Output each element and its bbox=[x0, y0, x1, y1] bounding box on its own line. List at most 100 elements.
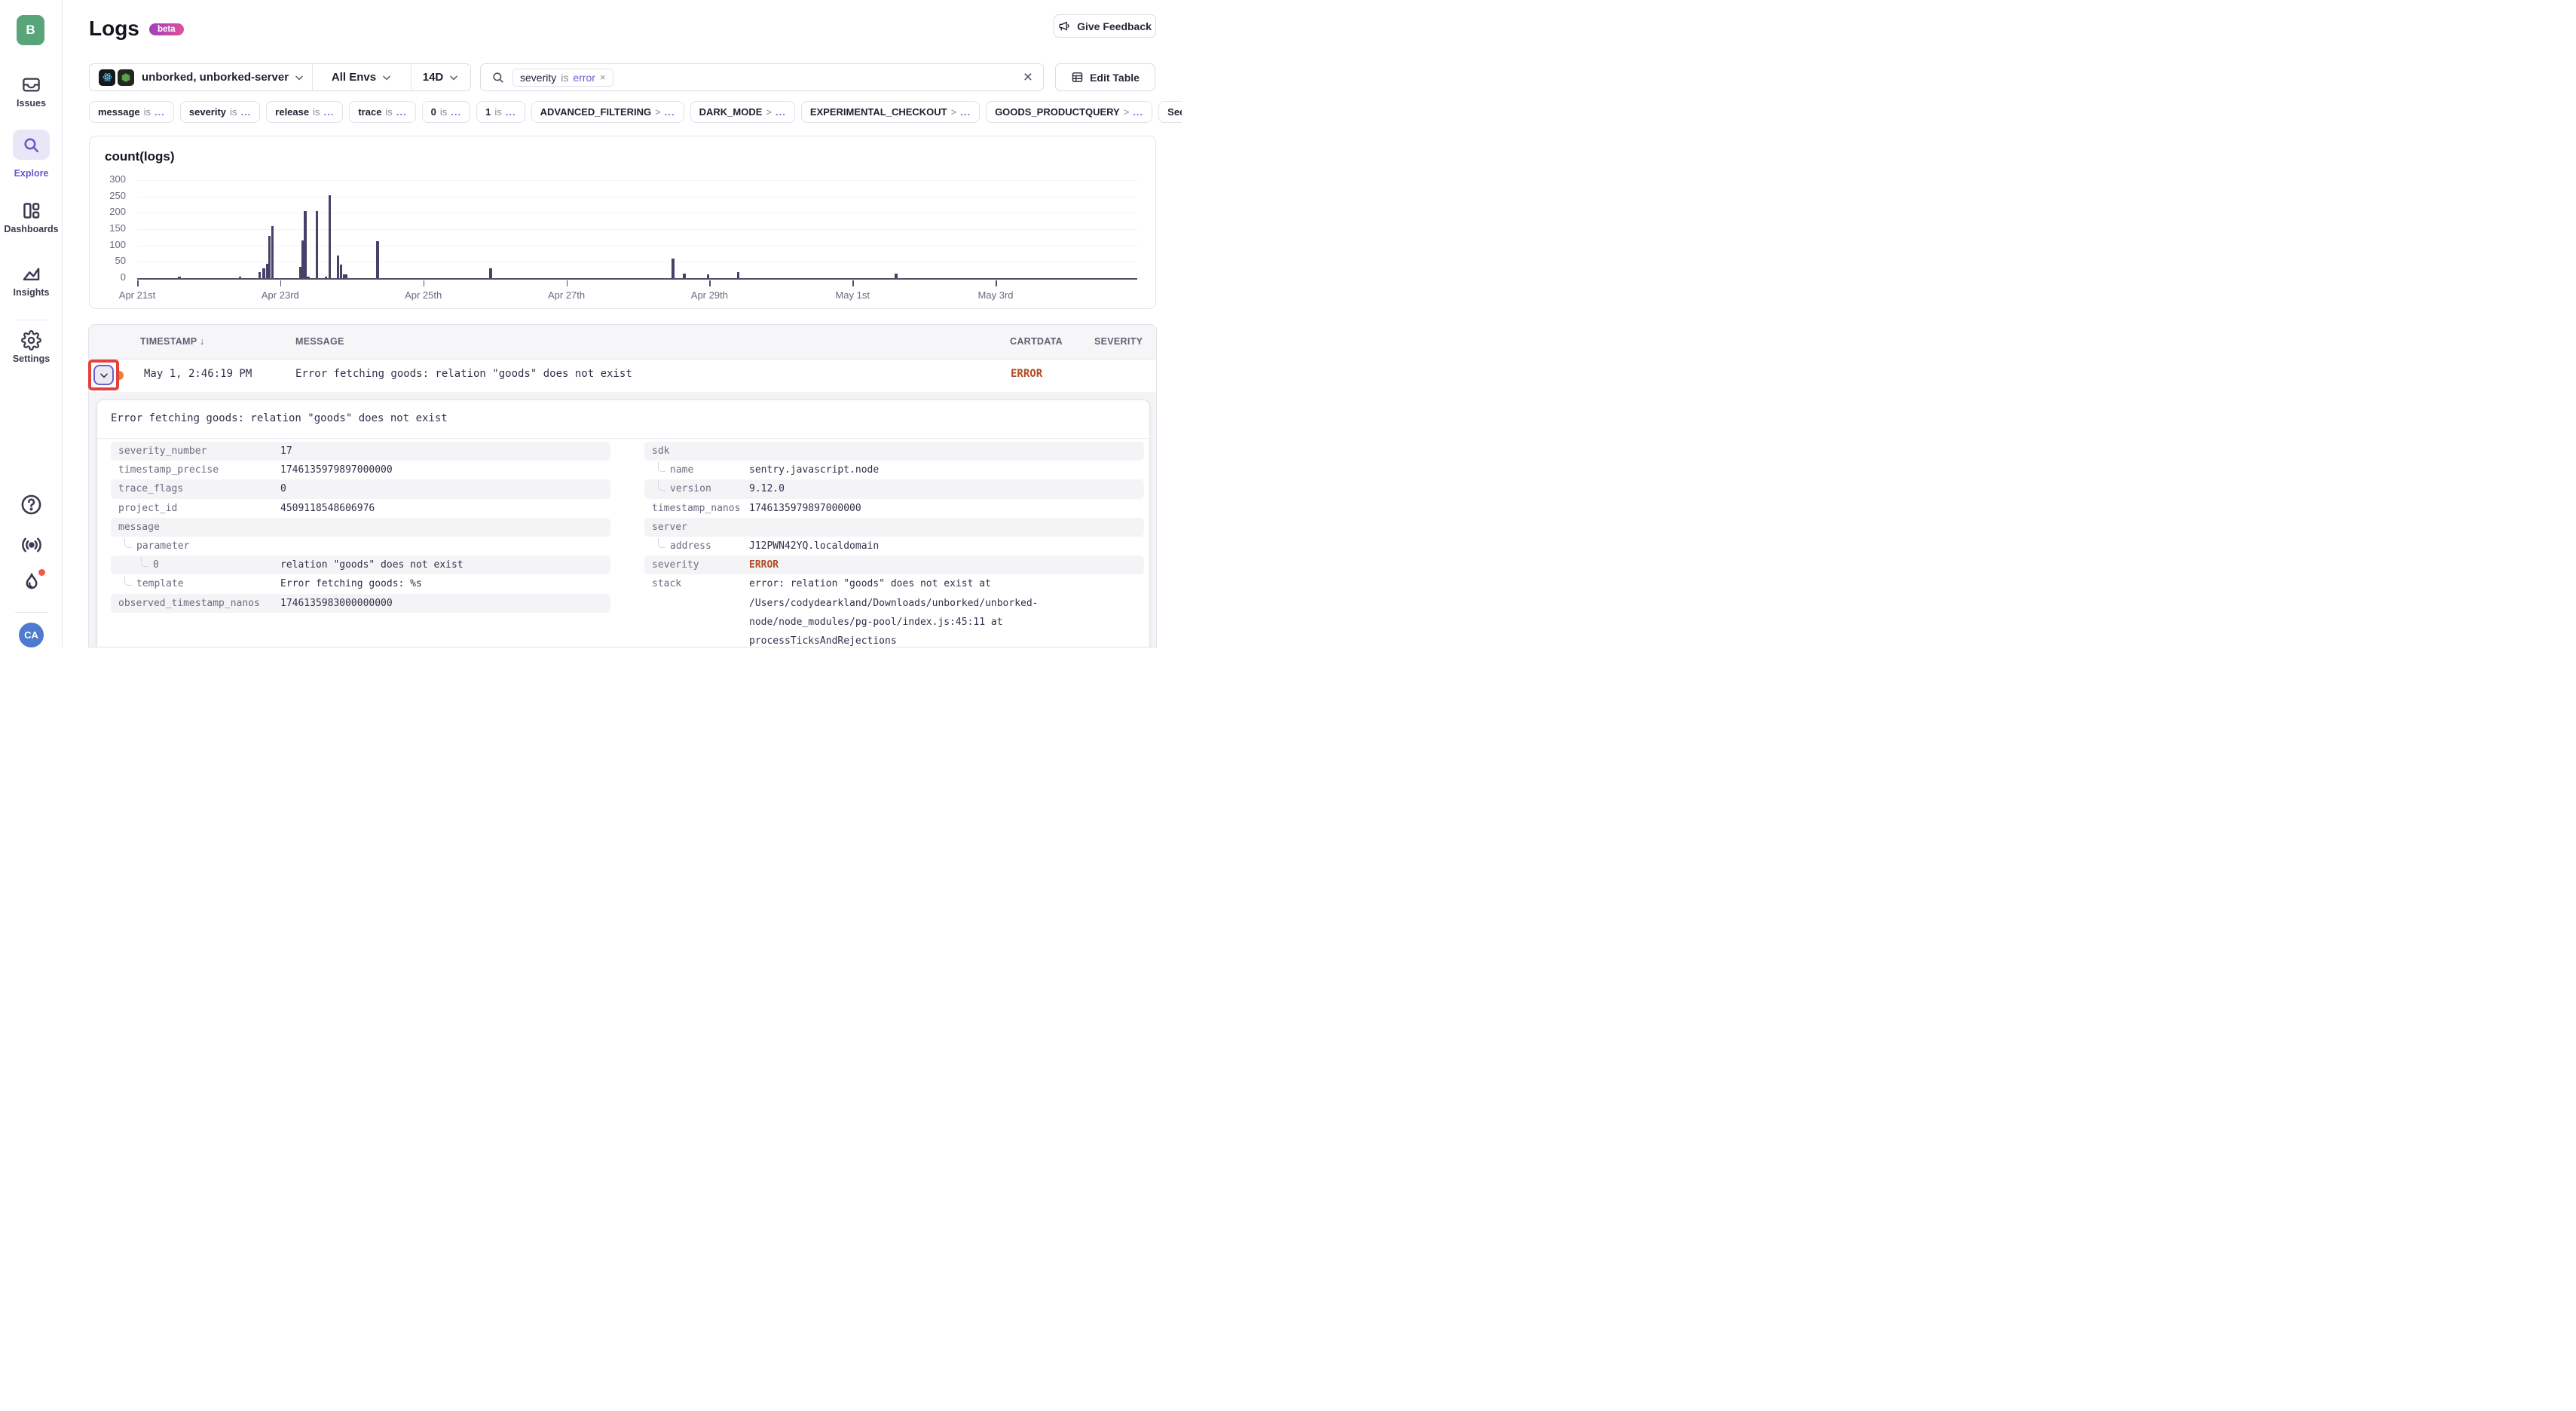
y-axis-tick-label: 50 bbox=[96, 255, 126, 266]
kv-row-sdk[interactable]: sdk bbox=[644, 442, 1144, 461]
table-icon bbox=[1071, 71, 1084, 84]
kv-value: 0 bbox=[280, 479, 610, 498]
chart-bar bbox=[316, 211, 318, 278]
environment-selector[interactable]: All Envs bbox=[313, 71, 411, 84]
token-remove-icon[interactable]: × bbox=[600, 72, 606, 83]
kv-key: project_id bbox=[111, 499, 280, 518]
org-logo[interactable]: B bbox=[17, 15, 44, 45]
expand-row-button[interactable] bbox=[93, 365, 114, 385]
x-axis-tick-label: May 1st bbox=[818, 289, 886, 301]
kv-value: 17 bbox=[280, 442, 610, 461]
kv-row-observed-timestamp-nanos[interactable]: observed_timestamp_nanos1746135983000000… bbox=[111, 594, 610, 613]
project-icons bbox=[99, 69, 134, 86]
filter-chip-advanced-filtering[interactable]: ADVANCED_FILTERING>... bbox=[531, 101, 684, 123]
table-row[interactable]: May 1, 2:46:19 PM Error fetching goods: … bbox=[89, 360, 1156, 392]
filter-chip-release[interactable]: releaseis... bbox=[266, 101, 343, 123]
kv-key: parameter bbox=[111, 537, 280, 556]
chip-text: ADVANCED_FILTERING bbox=[540, 106, 652, 118]
chip-text: ... bbox=[451, 106, 461, 118]
filter-chip-experimental-checkout[interactable]: EXPERIMENTAL_CHECKOUT>... bbox=[801, 101, 980, 123]
kv-row-server[interactable]: server bbox=[644, 518, 1144, 537]
x-axis-tick bbox=[424, 280, 425, 286]
chip-text: 0 bbox=[431, 106, 436, 118]
detail-attributes-left: severity_number17timestamp_precise174613… bbox=[111, 442, 610, 613]
filter-chip-goods-productquery[interactable]: GOODS_PRODUCTQUERY >... bbox=[986, 101, 1152, 123]
kv-row-0[interactable]: 0relation "goods" does not exist bbox=[111, 556, 610, 574]
kv-row-timestamp-precise[interactable]: timestamp_precise1746135979897000000 bbox=[111, 461, 610, 479]
sidebar-item-settings[interactable]: Settings bbox=[0, 330, 63, 364]
inbox-icon bbox=[0, 75, 63, 95]
search-input[interactable]: severity is error × × bbox=[480, 63, 1044, 91]
tree-connector-icon bbox=[124, 538, 132, 548]
kv-key: sdk bbox=[644, 442, 749, 461]
x-axis-tick bbox=[996, 280, 997, 286]
column-header-cartdata[interactable]: CARTDATA bbox=[1010, 336, 1063, 347]
kv-row-template[interactable]: templateError fetching goods: %s bbox=[111, 574, 610, 593]
chart-bar bbox=[683, 274, 685, 278]
filter-chip-severity[interactable]: severityis... bbox=[180, 101, 260, 123]
filter-chip-0[interactable]: 0is... bbox=[422, 101, 470, 123]
column-header-severity[interactable]: SEVERITY bbox=[1094, 336, 1143, 347]
search-clear-icon[interactable]: × bbox=[1023, 67, 1033, 88]
row-detail-region: Error fetching goods: relation "goods" d… bbox=[89, 392, 1156, 647]
avatar[interactable]: CA bbox=[19, 623, 44, 647]
kv-row-severity[interactable]: severityERROR bbox=[644, 556, 1144, 574]
logs-table: TIMESTAMP ↓ MESSAGE CARTDATA SEVERITY Ma… bbox=[88, 324, 1157, 647]
kv-row-address[interactable]: addressJ12PWN42YQ.localdomain bbox=[644, 537, 1144, 556]
chip-text: release bbox=[275, 106, 309, 118]
kv-row-severity-number[interactable]: severity_number17 bbox=[111, 442, 610, 461]
kv-row-stack[interactable]: stackerror: relation "goods" does not ex… bbox=[644, 574, 1144, 647]
chip-text: ... bbox=[960, 106, 971, 118]
kv-row-timestamp-nanos[interactable]: timestamp_nanos1746135979897000000 bbox=[644, 499, 1144, 518]
kv-row-version[interactable]: version9.12.0 bbox=[644, 479, 1144, 498]
chevron-down-icon bbox=[448, 72, 459, 83]
node-icon bbox=[118, 69, 134, 86]
flame-icon[interactable] bbox=[0, 571, 63, 594]
x-axis-tick-label: Apr 21st bbox=[103, 289, 171, 301]
log-detail-panel: Error fetching goods: relation "goods" d… bbox=[96, 399, 1150, 647]
chevron-down-icon bbox=[381, 72, 392, 83]
date-range-selector[interactable]: 14D bbox=[411, 71, 470, 84]
kv-row-message[interactable]: message bbox=[111, 518, 610, 537]
search-icon bbox=[22, 136, 41, 155]
chart-bar bbox=[262, 268, 265, 278]
chip-text: GOODS_PRODUCTQUERY bbox=[995, 106, 1120, 118]
kv-key: timestamp_nanos bbox=[644, 499, 749, 518]
kv-value: sentry.javascript.node bbox=[749, 461, 1144, 479]
filter-chip-dark-mode[interactable]: DARK_MODE>... bbox=[690, 101, 795, 123]
chart-bar bbox=[304, 211, 306, 278]
filter-chip-trace[interactable]: traceis... bbox=[349, 101, 415, 123]
chip-text: > bbox=[951, 106, 957, 118]
kv-row-name[interactable]: namesentry.javascript.node bbox=[644, 461, 1144, 479]
chip-text: DARK_MODE bbox=[699, 106, 763, 118]
column-header-message[interactable]: MESSAGE bbox=[295, 336, 344, 347]
sidebar-item-dashboards[interactable]: Dashboards bbox=[0, 200, 63, 234]
project-selector[interactable]: unborked, unborked-server bbox=[90, 69, 312, 86]
date-range-label: 14D bbox=[423, 71, 444, 84]
give-feedback-button[interactable]: Give Feedback bbox=[1054, 14, 1156, 38]
chip-text: > bbox=[1124, 106, 1130, 118]
sidebar-item-insights[interactable]: Insights bbox=[0, 264, 63, 298]
kv-value: 1746135979897000000 bbox=[280, 461, 610, 479]
column-header-timestamp[interactable]: TIMESTAMP ↓ bbox=[140, 336, 205, 347]
x-axis-tick-label: Apr 27th bbox=[533, 289, 601, 301]
kv-row-trace-flags[interactable]: trace_flags0 bbox=[111, 479, 610, 498]
filter-chip-1[interactable]: 1is... bbox=[476, 101, 525, 123]
search-token-severity[interactable]: severity is error × bbox=[512, 69, 613, 87]
broadcast-icon[interactable] bbox=[0, 534, 63, 556]
sidebar-item-explore-label[interactable]: Explore bbox=[0, 165, 63, 179]
kv-row-project-id[interactable]: project_id4509118548606976 bbox=[111, 499, 610, 518]
x-axis-tick bbox=[280, 280, 282, 286]
sidebar-item-explore[interactable] bbox=[13, 130, 50, 160]
sidebar-item-label: Settings bbox=[0, 354, 63, 364]
edit-table-button[interactable]: Edit Table bbox=[1055, 63, 1155, 91]
beta-badge: beta bbox=[149, 23, 184, 35]
kv-row-parameter[interactable]: parameter bbox=[111, 537, 610, 556]
help-icon[interactable] bbox=[0, 493, 63, 516]
divider bbox=[97, 438, 1149, 439]
filter-chip-message[interactable]: messageis... bbox=[89, 101, 174, 123]
sidebar-item-issues[interactable]: Issues bbox=[0, 75, 63, 109]
chip-text: ... bbox=[1133, 106, 1143, 118]
tree-connector-icon bbox=[658, 538, 665, 548]
filter-chip-see-full-list[interactable]: See full list bbox=[1158, 101, 1182, 123]
